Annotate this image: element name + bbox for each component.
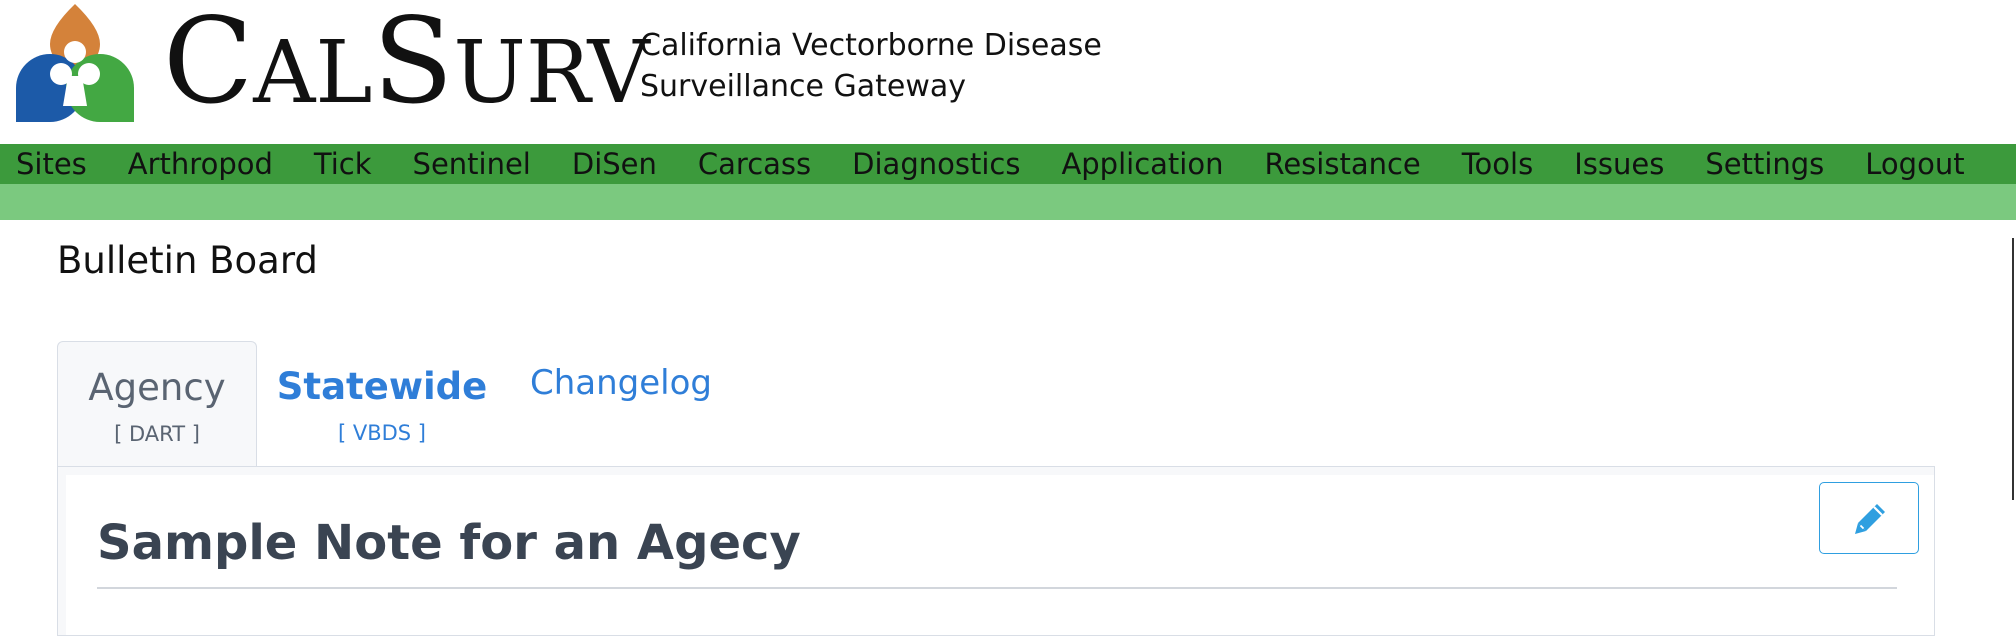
nav-item-settings[interactable]: Settings [1705,144,1824,184]
brand-letters-urv: URV [453,23,650,123]
calsurv-logo-icon[interactable] [14,2,136,128]
brand-letter-c: C [163,0,254,130]
nav-item-logout[interactable]: Logout [1865,144,1964,184]
tab-statewide[interactable]: Statewide [ VBDS ] [272,341,492,461]
nav-item-issues[interactable]: Issues [1574,144,1664,184]
nav-item-diagnostics[interactable]: Diagnostics [852,144,1020,184]
tagline-line-2: Surveillance Gateway [640,69,967,104]
nav-item-application[interactable]: Application [1061,144,1223,184]
nav-item-tools[interactable]: Tools [1462,144,1533,184]
note-divider [97,587,1897,589]
tab-agency[interactable]: Agency [ DART ] [57,341,257,467]
nav-item-resistance[interactable]: Resistance [1264,144,1420,184]
brand-wordmark[interactable]: CALSURV [163,2,650,120]
tab-statewide-sublabel: [ VBDS ] [337,421,426,445]
nav-item-carcass[interactable]: Carcass [698,144,811,184]
note-card: Sample Note for an Agecy [66,475,1934,635]
nav-item-sentinel[interactable]: Sentinel [413,144,531,184]
tagline-line-1: California Vectorborne Disease [640,28,1102,63]
note-title: Sample Note for an Agecy [97,515,801,571]
page-title: Bulletin Board [57,239,318,282]
scrollbar-edge[interactable] [2012,238,2014,500]
nav-item-sites[interactable]: Sites [16,144,87,184]
site-header: CALSURV California Vectorborne Disease S… [0,0,2016,144]
pencil-icon [1855,504,1885,534]
tab-changelog-label: Changelog [530,363,713,403]
nav-item-tick[interactable]: Tick [314,144,372,184]
tab-changelog[interactable]: Changelog [530,341,713,461]
tab-agency-label: Agency [88,366,226,409]
brand-letter-s: S [372,0,454,130]
brand-letters-al: AL [253,23,373,123]
site-tagline: California Vectorborne Disease Surveilla… [640,25,1102,107]
sub-navbar [0,184,2016,220]
tab-statewide-label: Statewide [276,365,488,408]
tab-agency-sublabel: [ DART ] [114,422,200,446]
edit-note-button[interactable] [1819,482,1919,554]
nav-item-disen[interactable]: DiSen [572,144,657,184]
main-nav: Sites Arthropod Tick Sentinel DiSen Carc… [0,144,2016,184]
nav-item-arthropod[interactable]: Arthropod [128,144,273,184]
bulletin-panel: Sample Note for an Agecy [57,466,1935,636]
